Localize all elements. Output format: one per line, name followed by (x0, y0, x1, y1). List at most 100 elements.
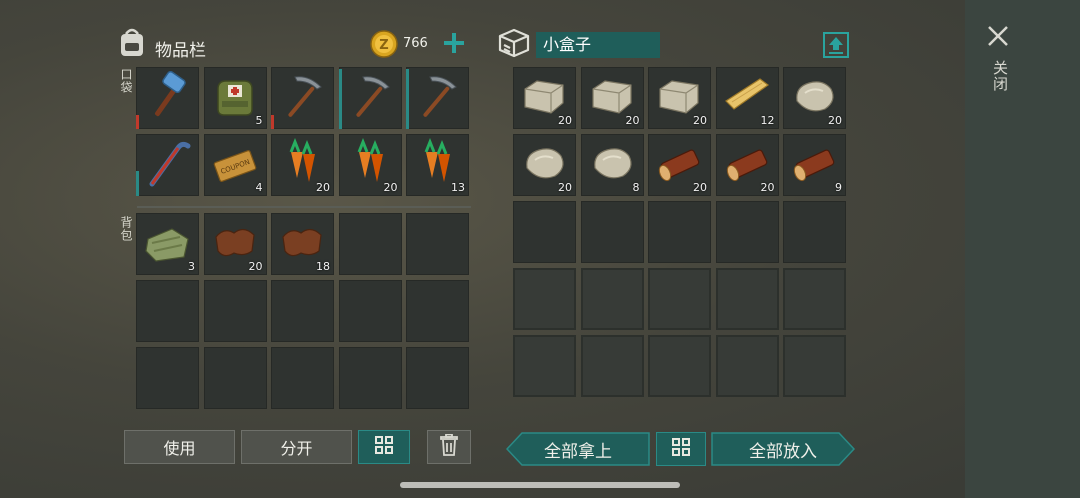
pocket-slot-pickaxe[interactable] (271, 67, 334, 129)
backpack-slot-empty[interactable] (203, 347, 267, 409)
item-quantity: 12 (760, 114, 775, 127)
container-slot-empty[interactable] (715, 201, 779, 263)
item-quantity: 20 (693, 114, 707, 127)
coin-count: 766 (403, 36, 428, 51)
item-quantity: 20 (316, 181, 330, 194)
trash-button[interactable] (427, 430, 471, 464)
container-slot-stone[interactable]: 20 (783, 67, 846, 129)
backpack-slot-empty[interactable] (338, 280, 402, 342)
durability-bar (271, 115, 274, 129)
upload-icon[interactable] (823, 32, 849, 58)
pocket-label: 口袋 (119, 68, 133, 94)
item-quantity: 20 (693, 181, 707, 194)
svg-text:Z: Z (379, 38, 388, 53)
container-name-field[interactable]: 小盒子 (536, 32, 660, 58)
close-icon[interactable] (987, 25, 1009, 47)
container-slot-empty[interactable] (580, 268, 644, 330)
pocket-slot-pickaxe[interactable] (338, 67, 402, 129)
container-slot-stone[interactable]: 20 (513, 134, 576, 196)
backpack-slot-empty[interactable] (406, 347, 469, 409)
backpack-slot-empty[interactable] (406, 213, 469, 275)
item-quantity: 20 (760, 181, 775, 194)
backpack-slot-empty[interactable] (203, 280, 267, 342)
sort-grid-icon (374, 435, 394, 459)
take-all-button[interactable]: 全部拿上 (505, 432, 650, 466)
container-slot-plank[interactable]: 12 (715, 67, 779, 129)
container-slot-empty[interactable] (783, 268, 846, 330)
right-side-strip (965, 0, 1080, 498)
backpack-slot-leather[interactable]: 18 (271, 213, 334, 275)
backpack-slot-empty[interactable] (338, 347, 402, 409)
container-slot-log[interactable]: 20 (648, 134, 711, 196)
item-quantity: 20 (558, 181, 572, 194)
backpack-slot-empty[interactable] (271, 280, 334, 342)
item-quantity: 20 (828, 114, 842, 127)
item-quantity: 4 (255, 181, 263, 194)
container-slot-log[interactable]: 20 (715, 134, 779, 196)
sort-grid-icon (671, 437, 691, 461)
container-slot-empty[interactable] (580, 201, 644, 263)
item-quantity: 18 (316, 260, 330, 273)
pocket-slot-carrots[interactable]: 13 (406, 134, 469, 196)
backpack-slot-empty[interactable] (136, 280, 199, 342)
item-quantity: 9 (835, 181, 842, 194)
backpack-label: 背包 (119, 216, 133, 242)
pocket-slot-carrots[interactable]: 20 (338, 134, 402, 196)
backpack-slot-empty[interactable] (271, 347, 334, 409)
item-quantity: 8 (632, 181, 640, 194)
container-slot-empty[interactable] (715, 335, 779, 397)
backpack-slot-cloth[interactable]: 3 (136, 213, 199, 275)
backpack-icon (117, 26, 147, 58)
home-indicator[interactable] (400, 482, 680, 488)
pocket-slot-carrots[interactable]: 20 (271, 134, 334, 196)
backpack-slot-empty[interactable] (136, 347, 199, 409)
sort-button[interactable] (358, 430, 410, 464)
container-slot-stone[interactable]: 8 (580, 134, 644, 196)
backpack-slot-empty[interactable] (338, 213, 402, 275)
container-slot-empty[interactable] (715, 268, 779, 330)
container-slot-empty[interactable] (648, 201, 711, 263)
pocket-slot-hammer[interactable] (136, 67, 199, 129)
container-slot-empty[interactable] (648, 335, 711, 397)
pocket-slot-crowbar[interactable] (136, 134, 199, 196)
trash-icon (440, 433, 458, 460)
coin-icon: Z (370, 30, 398, 58)
pocket-slot-medical-bag[interactable]: 5 (203, 67, 267, 129)
container-slot-stone-block[interactable]: 20 (580, 67, 644, 129)
container-slot-empty[interactable] (580, 335, 644, 397)
close-label[interactable]: 关闭 (990, 60, 1011, 92)
container-sort-button[interactable] (656, 432, 706, 466)
pocket-slot-pickaxe[interactable] (406, 67, 469, 129)
put-all-label: 全部放入 (749, 441, 817, 462)
durability-bar (406, 69, 409, 129)
container-slot-empty[interactable] (513, 268, 576, 330)
box-icon (497, 27, 531, 59)
item-quantity: 3 (188, 260, 195, 273)
item-quantity: 20 (558, 114, 572, 127)
durability-bar (136, 171, 139, 196)
put-all-button[interactable]: 全部放入 (711, 432, 856, 466)
take-all-label: 全部拿上 (544, 441, 612, 462)
backpack-slot-leather[interactable]: 20 (203, 213, 267, 275)
container-slot-empty[interactable] (783, 335, 846, 397)
item-quantity: 20 (248, 260, 263, 273)
backpack-slot-empty[interactable] (406, 280, 469, 342)
item-quantity: 20 (383, 181, 398, 194)
item-quantity: 5 (255, 114, 263, 127)
container-slot-log[interactable]: 9 (783, 134, 846, 196)
durability-bar (338, 69, 342, 129)
durability-bar (136, 115, 139, 129)
plus-icon[interactable] (443, 32, 465, 54)
container-slot-empty[interactable] (648, 268, 711, 330)
container-slot-empty[interactable] (513, 201, 576, 263)
split-button[interactable]: 分开 (241, 430, 352, 464)
inventory-title: 物品栏 (155, 41, 206, 61)
container-slot-empty[interactable] (783, 201, 846, 263)
container-slot-stone-block[interactable]: 20 (513, 67, 576, 129)
use-button[interactable]: 使用 (124, 430, 235, 464)
container-slot-empty[interactable] (513, 335, 576, 397)
item-quantity: 20 (625, 114, 640, 127)
pocket-slot-coupon[interactable]: COUPON 4 (203, 134, 267, 196)
container-slot-stone-block[interactable]: 20 (648, 67, 711, 129)
item-quantity: 13 (451, 181, 465, 194)
